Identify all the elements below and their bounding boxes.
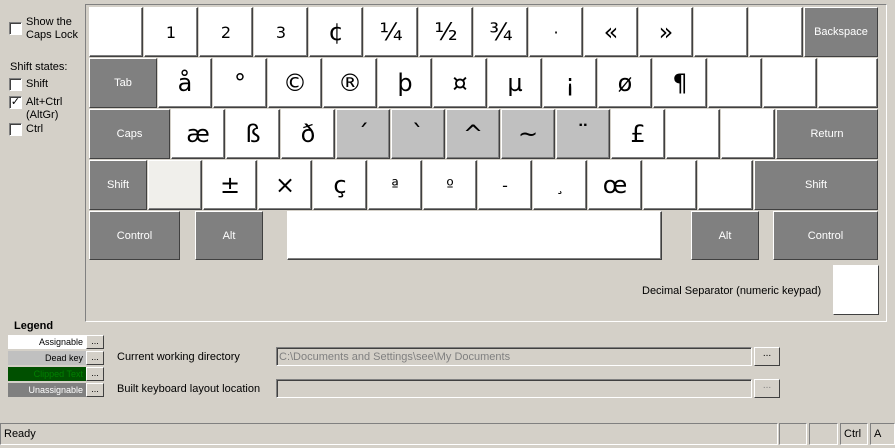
key-row4-10[interactable] bbox=[643, 160, 697, 210]
altgr-option[interactable]: ✓ Alt+Ctrl (AltGr) bbox=[9, 96, 74, 122]
shift-checkbox[interactable] bbox=[9, 78, 22, 91]
key-row3-10[interactable] bbox=[666, 109, 720, 159]
ctrl-option[interactable]: Ctrl bbox=[9, 123, 43, 136]
key-row4-11[interactable] bbox=[698, 160, 753, 210]
tab-key[interactable]: Tab bbox=[89, 58, 157, 108]
legend-unassignable-swatch: Unassignable bbox=[8, 383, 86, 397]
legend-assignable-button[interactable]: ... bbox=[86, 335, 104, 349]
dead-key-grave[interactable]: ` bbox=[391, 109, 445, 159]
key-row1-9[interactable]: « bbox=[584, 7, 638, 57]
legend-clipped-text-button[interactable]: ... bbox=[86, 367, 104, 381]
key-row1-2[interactable]: 2 bbox=[199, 7, 253, 57]
decimal-separator-key[interactable] bbox=[833, 265, 879, 315]
key-row2-10[interactable]: ¶ bbox=[653, 58, 707, 108]
key-row4-9[interactable]: œ bbox=[588, 160, 642, 210]
legend-unassignable: Unassignable ... bbox=[8, 383, 104, 397]
key-row3-9[interactable]: £ bbox=[611, 109, 665, 159]
legend-assignable: Assignable ... bbox=[8, 335, 104, 349]
key-row4-7[interactable]: - bbox=[478, 160, 532, 210]
backspace-key[interactable]: Backspace bbox=[804, 7, 878, 57]
status-a: A bbox=[870, 423, 895, 445]
legend-unassignable-button[interactable]: ... bbox=[86, 383, 104, 397]
cwd-browse-button[interactable]: ... bbox=[754, 347, 780, 366]
key-row1-12[interactable] bbox=[749, 7, 803, 57]
status-pane-2 bbox=[809, 423, 838, 445]
key-row1-0[interactable] bbox=[89, 7, 143, 57]
right-alt-key[interactable]: Alt bbox=[691, 211, 759, 260]
key-row4-3[interactable]: × bbox=[258, 160, 312, 210]
key-row3-2[interactable]: ß bbox=[226, 109, 280, 159]
cwd-label: Current working directory bbox=[117, 351, 240, 363]
key-row2-5[interactable]: þ bbox=[378, 58, 432, 108]
key-row3-1[interactable]: æ bbox=[171, 109, 225, 159]
dead-key-tilde[interactable]: ~ bbox=[501, 109, 555, 159]
key-row2-7[interactable]: µ bbox=[488, 58, 542, 108]
key-row1-8[interactable]: · bbox=[529, 7, 583, 57]
key-row1-5[interactable]: ¼ bbox=[364, 7, 418, 57]
dead-key-acute[interactable]: ´ bbox=[336, 109, 390, 159]
key-row2-4[interactable]: ® bbox=[323, 58, 377, 108]
legend-dead-key-button[interactable]: ... bbox=[86, 351, 104, 365]
ctrl-label: Ctrl bbox=[26, 123, 44, 135]
right-shift-key[interactable]: Shift bbox=[754, 160, 878, 210]
key-row4-5[interactable]: ª bbox=[368, 160, 422, 210]
key-row2-11[interactable] bbox=[708, 58, 762, 108]
space-key[interactable] bbox=[287, 211, 662, 260]
key-row1-7[interactable]: ¾ bbox=[474, 7, 528, 57]
key-row2-1[interactable]: å bbox=[158, 58, 212, 108]
legend-assignable-swatch: Assignable bbox=[8, 335, 86, 349]
key-row2-9[interactable]: ø bbox=[598, 58, 652, 108]
return-key[interactable]: Return bbox=[776, 109, 878, 159]
legend-clipped-text: Clipped Text ... bbox=[8, 367, 104, 381]
key-row4-1[interactable] bbox=[148, 160, 202, 210]
dead-key-circumflex[interactable]: ^ bbox=[446, 109, 500, 159]
key-row1-3[interactable]: 3 bbox=[254, 7, 308, 57]
left-alt-key[interactable]: Alt bbox=[195, 211, 263, 260]
key-row2-6[interactable]: ¤ bbox=[433, 58, 487, 108]
right-control-key[interactable]: Control bbox=[773, 211, 878, 260]
caps-key[interactable]: Caps bbox=[89, 109, 170, 159]
key-row4-4[interactable]: ç bbox=[313, 160, 367, 210]
build-location-label: Built keyboard layout location bbox=[117, 383, 261, 395]
ctrl-checkbox[interactable] bbox=[9, 123, 22, 136]
key-row3-3[interactable]: ð bbox=[281, 109, 335, 159]
build-location-browse-button[interactable]: ... bbox=[754, 379, 780, 398]
status-ctrl: Ctrl bbox=[840, 423, 868, 445]
legend-clipped-text-swatch: Clipped Text bbox=[8, 367, 86, 381]
key-row4-2[interactable]: ± bbox=[203, 160, 257, 210]
key-row1-6[interactable]: ½ bbox=[419, 7, 473, 57]
show-caps-lock-label: Show the Caps Lock bbox=[26, 16, 78, 41]
key-row1-10[interactable]: » bbox=[639, 7, 693, 57]
key-row1-4[interactable]: ¢ bbox=[309, 7, 363, 57]
left-shift-key[interactable]: Shift bbox=[89, 160, 147, 210]
cwd-field: C:\Documents and Settings\see\My Documen… bbox=[276, 347, 752, 366]
shift-states-title: Shift states: bbox=[10, 61, 68, 73]
left-control-key[interactable]: Control bbox=[89, 211, 180, 260]
key-row2-3[interactable]: © bbox=[268, 58, 322, 108]
legend-dead-key: Dead key ... bbox=[8, 351, 104, 365]
legend-dead-key-swatch: Dead key bbox=[8, 351, 86, 365]
key-row2-2[interactable]: ° bbox=[213, 58, 267, 108]
key-row2-12[interactable] bbox=[763, 58, 817, 108]
key-row2-13[interactable] bbox=[818, 58, 878, 108]
key-row1-1[interactable]: 1 bbox=[144, 7, 198, 57]
decimal-separator-label: Decimal Separator (numeric keypad) bbox=[642, 285, 822, 297]
key-row1-11[interactable] bbox=[694, 7, 748, 57]
shift-label: Shift bbox=[26, 78, 49, 90]
altgr-label: Alt+Ctrl (AltGr) bbox=[26, 96, 63, 121]
key-row4-6[interactable]: º bbox=[423, 160, 477, 210]
altgr-checkbox[interactable]: ✓ bbox=[9, 96, 22, 109]
key-row3-11[interactable] bbox=[721, 109, 775, 159]
legend-title: Legend bbox=[14, 320, 54, 332]
status-pane-1 bbox=[779, 423, 807, 445]
shift-option[interactable]: Shift bbox=[9, 78, 48, 91]
dead-key-diaeresis[interactable]: ¨ bbox=[556, 109, 610, 159]
key-row2-8[interactable]: ¡ bbox=[543, 58, 597, 108]
status-ready: Ready bbox=[0, 423, 778, 445]
show-caps-lock-option[interactable]: Show the Caps Lock bbox=[9, 16, 78, 42]
show-caps-lock-checkbox[interactable] bbox=[9, 22, 22, 35]
build-location-field bbox=[276, 379, 752, 398]
key-row4-8[interactable]: ¸ bbox=[533, 160, 587, 210]
